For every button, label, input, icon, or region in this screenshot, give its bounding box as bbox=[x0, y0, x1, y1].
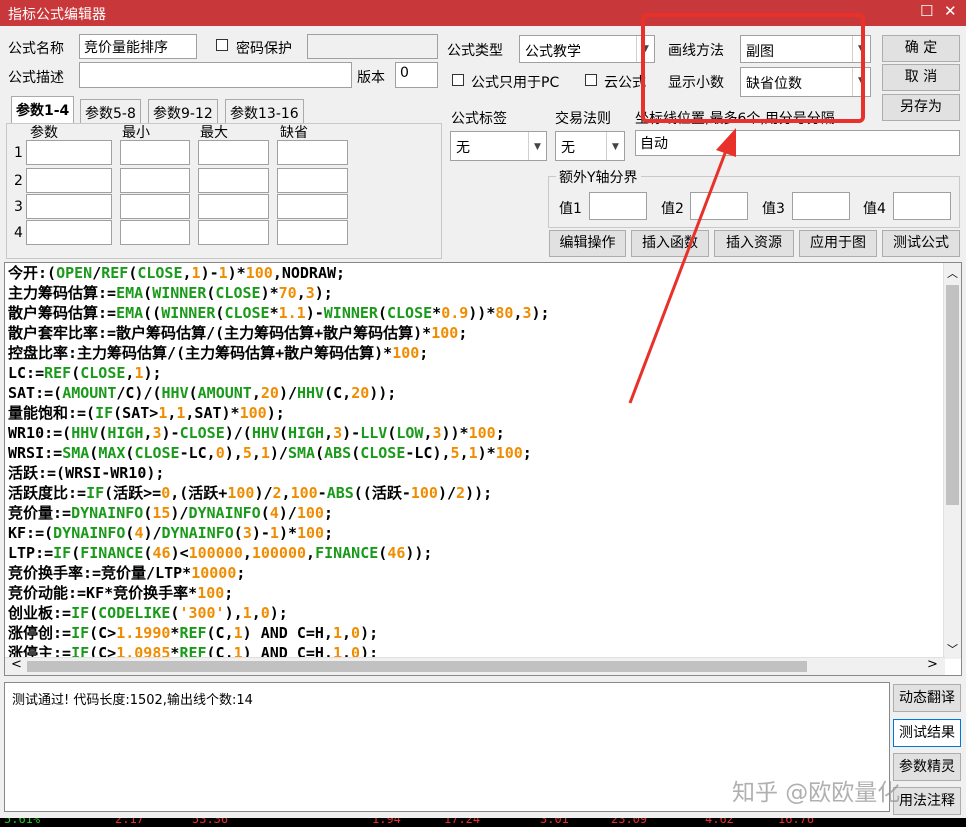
arrow-head bbox=[716, 128, 736, 157]
quote-value: 3.01 bbox=[540, 818, 569, 826]
quote-value: 2.17 bbox=[115, 818, 144, 826]
highlight-box bbox=[641, 13, 865, 123]
formula-editor-window: 指标公式编辑器 ☐ ✕ 公式名称 竞价量能排序 密码保护 公式类型 公式教学 ▼… bbox=[0, 0, 966, 818]
quote-value: 1.94 bbox=[372, 818, 401, 826]
quote-strip: 5.61% 2.17 53.36 1.94 17.24 3.01 23.09 4… bbox=[0, 818, 966, 827]
quote-value: 16.76 bbox=[778, 818, 815, 826]
quote-value: 53.36 bbox=[192, 818, 229, 826]
quote-value: 17.24 bbox=[444, 818, 481, 826]
quote-value: 4.62 bbox=[705, 818, 734, 826]
quote-value: 23.09 bbox=[611, 818, 648, 826]
quote-value: 5.61% bbox=[4, 818, 41, 826]
annotation-overlay bbox=[628, 13, 865, 404]
arrow-line bbox=[628, 147, 729, 404]
